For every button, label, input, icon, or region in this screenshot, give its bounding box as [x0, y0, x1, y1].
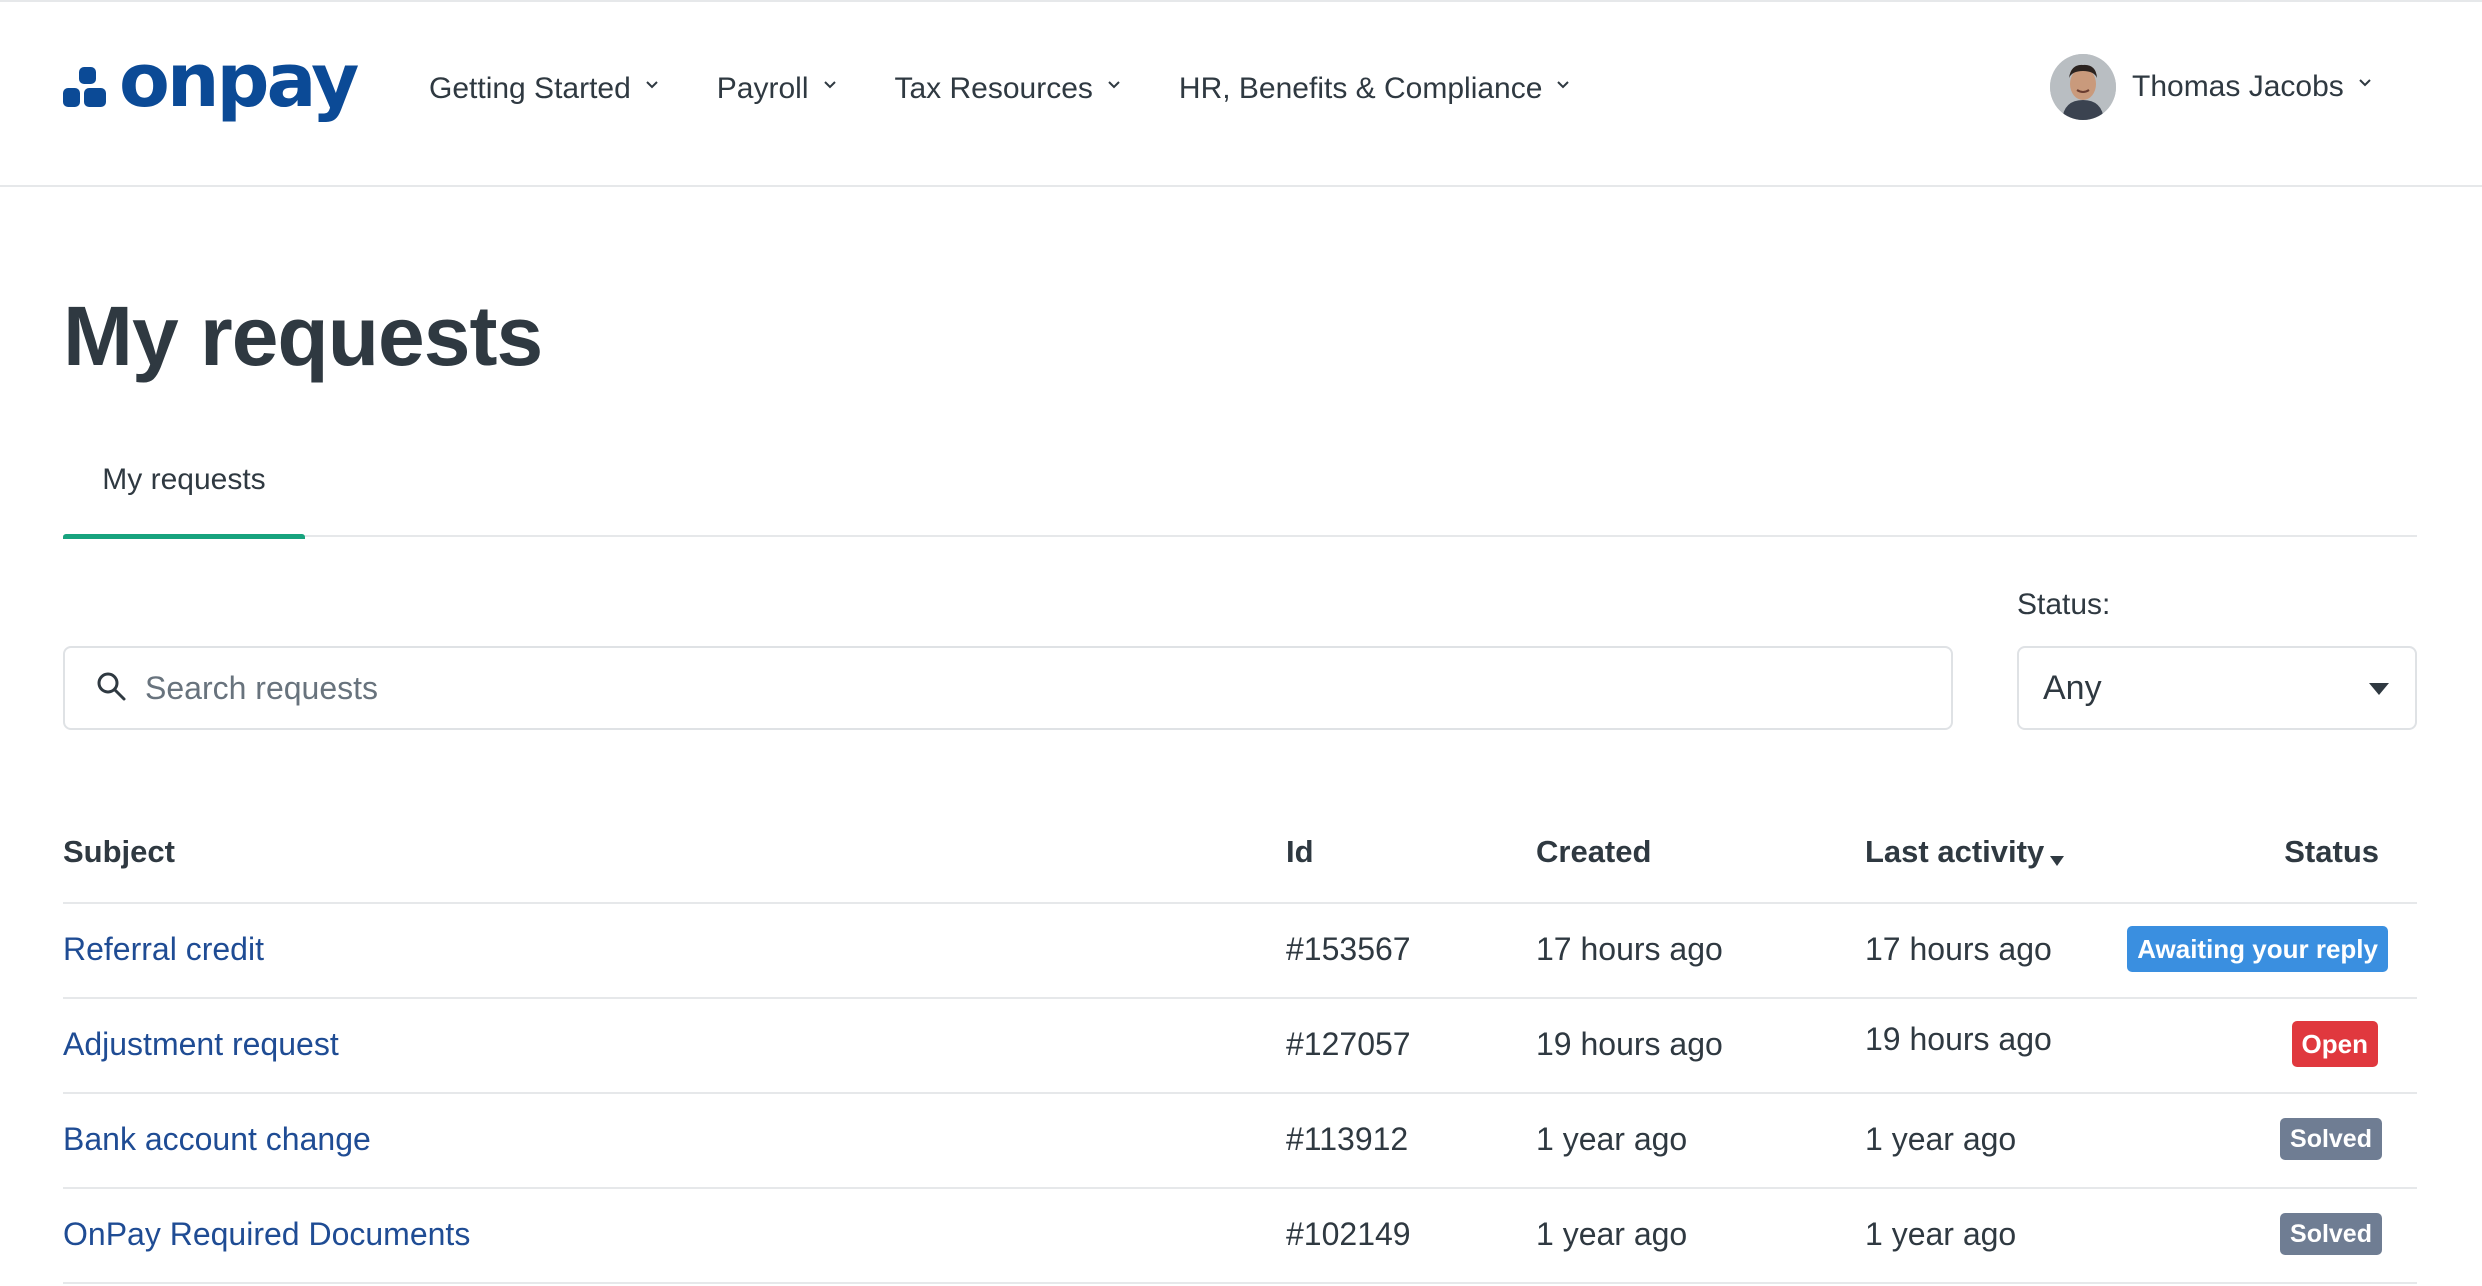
onpay-logo[interactable]: onpay: [63, 44, 359, 122]
request-created: 17 hours ago: [1536, 931, 1723, 967]
request-created: 1 year ago: [1536, 1216, 1688, 1252]
search-icon: [95, 670, 127, 707]
chevron-down-icon: [2358, 76, 2372, 90]
table-row: Adjustment request #127057 19 hours ago …: [63, 999, 2417, 1094]
request-id: #113912: [1286, 1121, 1409, 1157]
table-row: OnPay Required Documents #102149 1 year …: [63, 1189, 2417, 1284]
request-subject-link[interactable]: Referral credit: [63, 931, 264, 968]
nav-label: HR, Benefits & Compliance: [1178, 72, 1543, 105]
nav-hr-benefits-compliance[interactable]: HR, Benefits & Compliance: [1179, 72, 1571, 106]
table-row: Bank account change #113912 1 year ago 1…: [63, 1094, 2417, 1189]
request-created: 19 hours ago: [1536, 1026, 1723, 1062]
tab-bar: My requests: [63, 450, 2417, 539]
status-badge: Awaiting your reply: [2127, 926, 2388, 972]
request-last-activity: 19 hours ago: [1865, 1021, 2052, 1057]
chevron-down-icon: [1556, 78, 1570, 92]
user-name: Thomas Jacobs: [2132, 70, 2344, 103]
main-nav: Getting Started Payroll Tax Resources HR…: [429, 64, 1628, 114]
request-subject-link[interactable]: OnPay Required Documents: [63, 1216, 470, 1253]
logo-wordmark: onpay: [119, 38, 359, 124]
nav-tax-resources[interactable]: Tax Resources: [895, 72, 1121, 106]
request-subject-link[interactable]: Adjustment request: [63, 1026, 339, 1063]
search-box[interactable]: [63, 646, 1953, 730]
page-title: My requests: [63, 289, 543, 383]
request-last-activity: 1 year ago: [1865, 1216, 2017, 1252]
nav-label: Payroll: [716, 72, 809, 105]
sort-descending-icon: [2050, 856, 2065, 866]
search-input[interactable]: [145, 669, 1845, 707]
status-badge: Solved: [2280, 1118, 2382, 1160]
status-badge: Open: [2291, 1021, 2378, 1067]
chevron-down-icon: [823, 78, 837, 92]
user-menu[interactable]: Thomas Jacobs: [2050, 54, 2372, 120]
status-badge: Solved: [2280, 1213, 2382, 1255]
request-id: #102149: [1286, 1216, 1411, 1252]
request-last-activity: 17 hours ago: [1865, 931, 2052, 967]
nav-label: Getting Started: [429, 72, 631, 105]
top-header: onpay Getting Started Payroll Tax Resour…: [0, 0, 2482, 187]
chevron-down-icon: [1107, 78, 1121, 92]
table-header: Subject Id Created Last activity Status: [63, 810, 2417, 904]
status-filter-label: Status:: [2017, 588, 2111, 621]
column-header-created[interactable]: Created: [1536, 834, 1651, 870]
status-filter-value: Any: [2043, 668, 2102, 707]
nav-getting-started[interactable]: Getting Started: [429, 72, 659, 106]
request-created: 1 year ago: [1536, 1121, 1688, 1157]
tab-my-requests[interactable]: My requests: [63, 450, 305, 539]
logo-mark-icon: [63, 67, 109, 111]
request-last-activity: 1 year ago: [1865, 1121, 2017, 1157]
column-header-last-activity[interactable]: Last activity: [1865, 834, 2065, 870]
nav-payroll[interactable]: Payroll: [717, 72, 837, 106]
status-filter-select[interactable]: Any: [2017, 646, 2417, 730]
column-header-status[interactable]: Status: [2284, 834, 2379, 870]
avatar: [2050, 54, 2116, 120]
request-id: #153567: [1286, 931, 1411, 967]
column-header-label: Last activity: [1865, 834, 2045, 869]
table-row: Referral credit #153567 17 hours ago 17 …: [63, 904, 2417, 999]
nav-label: Tax Resources: [894, 72, 1093, 105]
request-id: #127057: [1286, 1026, 1411, 1062]
column-header-subject[interactable]: Subject: [63, 834, 175, 870]
caret-down-icon: [2369, 683, 2389, 695]
requests-table: Subject Id Created Last activity Status …: [63, 810, 2417, 1284]
request-subject-link[interactable]: Bank account change: [63, 1121, 371, 1158]
chevron-down-icon: [645, 78, 659, 92]
column-header-id[interactable]: Id: [1286, 834, 1314, 870]
